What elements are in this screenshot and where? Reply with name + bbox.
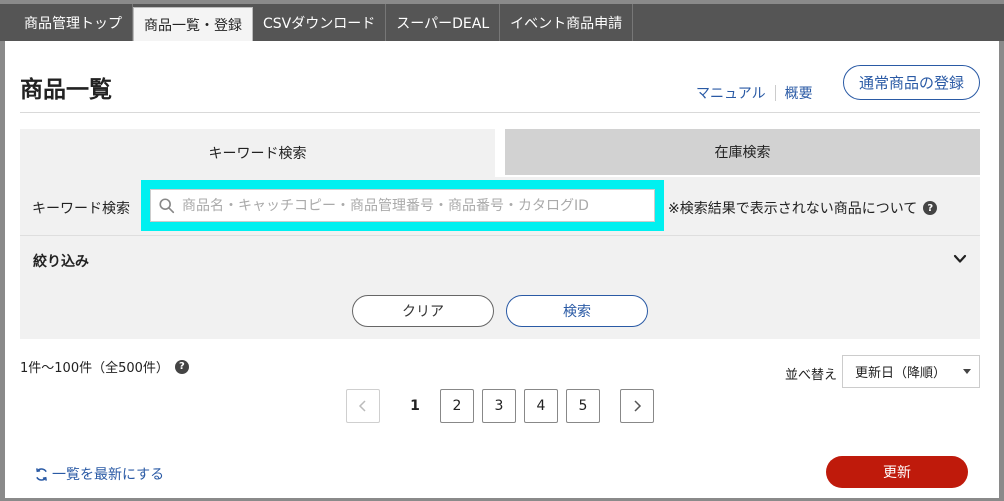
refresh-icon: [36, 467, 47, 481]
keyword-label: キーワード検索: [32, 201, 130, 217]
count-help-icon[interactable]: ?: [174, 359, 189, 374]
top-nav: 商品管理トップ 商品一覧・登録 CSVダウンロード スーパーDEAL イベント商…: [0, 0, 1004, 41]
nav-item-csv-download[interactable]: CSVダウンロード: [253, 4, 387, 41]
refresh-link-label: 一覧を最新にする: [52, 467, 165, 483]
search-icon: [159, 197, 175, 213]
header-links: マニュアル 概要: [696, 83, 813, 103]
page-title: 商品一覧: [20, 77, 112, 103]
caret-down-icon: [963, 369, 971, 374]
overview-link[interactable]: 概要: [785, 83, 813, 103]
nav-item-product-top[interactable]: 商品管理トップ: [5, 4, 133, 41]
chevron-left-icon: [358, 400, 366, 412]
register-product-button[interactable]: 通常商品の登録: [843, 65, 980, 100]
search-button[interactable]: 検索: [506, 295, 648, 327]
keyword-search-input[interactable]: [176, 190, 654, 221]
help-icon[interactable]: ?: [923, 201, 938, 215]
keyword-input-wrapper: [150, 189, 655, 222]
pager-page[interactable]: 2: [440, 389, 474, 423]
pager-page[interactable]: 5: [566, 389, 600, 423]
filter-toggle-label[interactable]: 絞り込み: [33, 251, 89, 271]
pager-current-page: 1: [410, 398, 420, 414]
panel-divider: [20, 235, 980, 236]
refresh-list-link[interactable]: 一覧を最新にする: [34, 464, 164, 484]
result-count-text: 1件〜100件（全500件）: [20, 361, 169, 376]
link-separator: [774, 85, 776, 101]
chevron-right-icon: [634, 400, 642, 412]
pager-page[interactable]: 3: [482, 389, 516, 423]
pager-prev-button[interactable]: [346, 389, 380, 423]
sort-label: 並べ替え: [785, 368, 838, 383]
manual-link[interactable]: マニュアル: [696, 83, 766, 103]
nav-item-event-application[interactable]: イベント商品申請: [500, 4, 634, 41]
nav-item-super-deal[interactable]: スーパーDEAL: [386, 4, 501, 41]
sort-selected-value: 更新日（降順）: [855, 366, 947, 381]
tab-stock-search[interactable]: 在庫検索: [505, 129, 980, 175]
sort-select[interactable]: 更新日（降順）: [842, 355, 980, 388]
chevron-down-icon[interactable]: [953, 252, 967, 266]
tab-keyword-search[interactable]: キーワード検索: [20, 129, 495, 177]
pager-next-button[interactable]: [620, 389, 654, 423]
title-divider: [20, 112, 980, 113]
clear-button[interactable]: クリア: [352, 295, 494, 327]
pager-page[interactable]: 4: [524, 389, 558, 423]
update-button[interactable]: 更新: [826, 456, 968, 488]
search-note: ※検索結果で表示されない商品について ?: [668, 198, 938, 218]
search-note-text[interactable]: ※検索結果で表示されない商品について: [668, 198, 917, 218]
result-count: 1件〜100件（全500件） ?: [20, 357, 189, 376]
nav-item-product-list[interactable]: 商品一覧・登録: [133, 7, 253, 41]
